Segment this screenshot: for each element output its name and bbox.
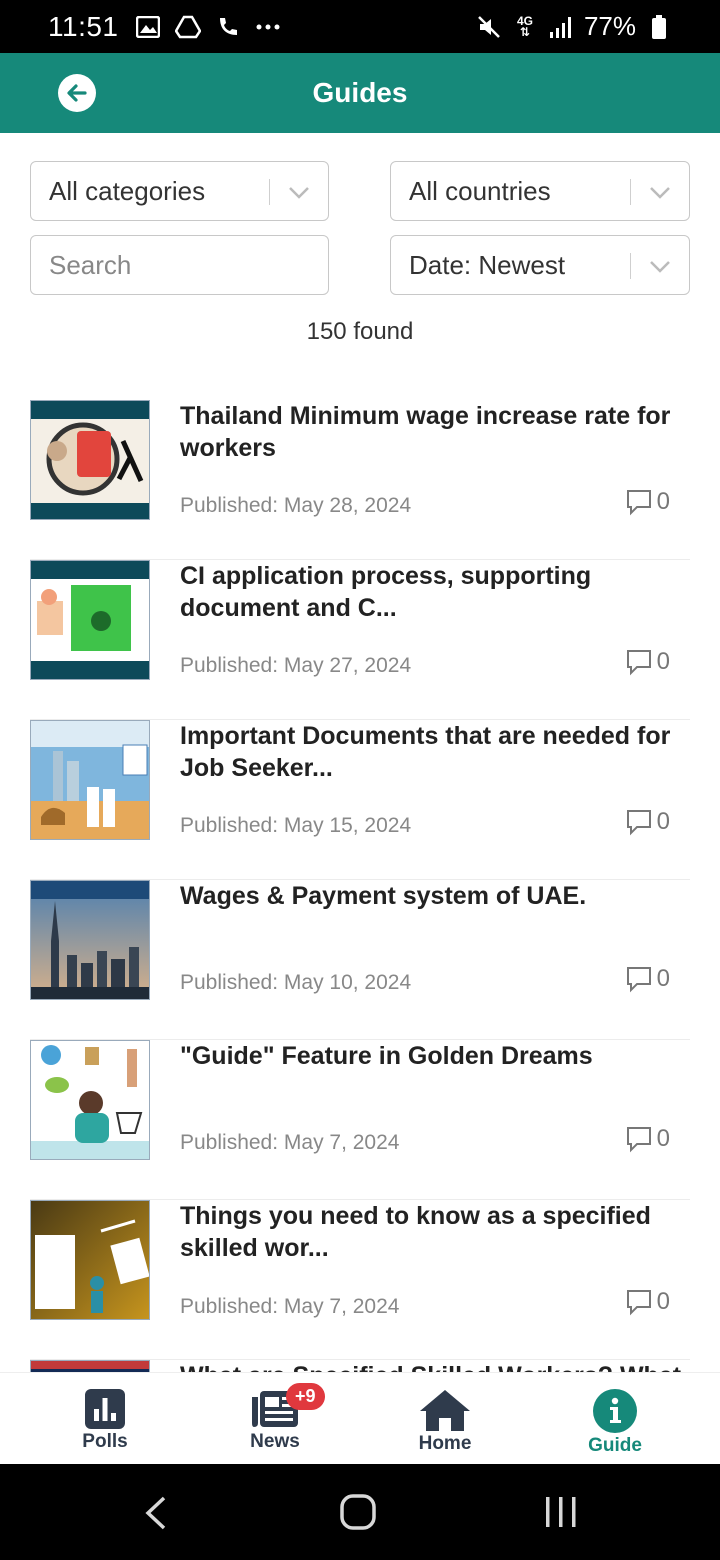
system-back-icon[interactable] — [144, 1496, 168, 1530]
category-select[interactable]: All categories — [30, 161, 329, 221]
list-item[interactable]: "Guide" Feature in Golden Dreams Publish… — [30, 1040, 690, 1200]
select-separator — [629, 179, 631, 205]
guide-title: Wages & Payment system of UAE. — [180, 882, 587, 910]
list-item[interactable]: Thailand Minimum wage increase rate for … — [30, 400, 690, 560]
search-input[interactable]: Search — [30, 235, 329, 295]
mute-icon — [476, 15, 502, 39]
back-button[interactable] — [58, 74, 96, 112]
select-separator — [268, 179, 270, 205]
system-home-icon[interactable] — [340, 1494, 376, 1530]
page-title: Guides — [312, 77, 408, 108]
guide-thumbnail — [30, 880, 150, 1000]
guide-thumbnail — [30, 1200, 150, 1320]
battery-icon — [646, 14, 672, 39]
app-bar: Guides — [0, 53, 720, 133]
nav-home[interactable]: Home — [360, 1373, 530, 1464]
guide-title: Thailand Minimum wage increase rate for … — [180, 402, 671, 462]
guide-title: "Guide" Feature in Golden Dreams — [180, 1042, 593, 1070]
published-date: Published: May 27, 2024 — [180, 654, 412, 677]
published-date: Published: May 7, 2024 — [180, 1295, 400, 1318]
search-placeholder: Search — [49, 249, 132, 280]
nav-guide[interactable]: Guide — [530, 1373, 700, 1464]
guide-thumbnail — [30, 1040, 150, 1160]
guide-title: CI application process, supporting docum… — [180, 562, 592, 622]
published-date: Published: May 15, 2024 — [180, 814, 412, 837]
system-recents-icon[interactable] — [544, 1496, 578, 1528]
arrow-left-icon — [67, 84, 87, 102]
guides-list: Thailand Minimum wage increase rate for … — [30, 400, 690, 1372]
guide-title: Important Documents that are needed for … — [180, 722, 671, 782]
guide-title: Things you need to know as a specified s… — [180, 1202, 651, 1262]
published-date: Published: May 10, 2024 — [180, 971, 412, 994]
home-icon — [420, 1390, 470, 1431]
drive-icon — [174, 15, 201, 39]
status-bar: 11:51 4G ⇅ 77% — [0, 0, 720, 53]
comment-icon — [626, 490, 651, 516]
guide-thumbnail — [30, 720, 150, 840]
more-icon — [255, 15, 281, 39]
comment-icon — [626, 650, 651, 676]
nav-guide-label: Guide — [588, 1435, 642, 1456]
comment-icon — [626, 1127, 651, 1153]
battery-level: 77% — [583, 11, 636, 41]
news-badge: +9 — [286, 1383, 325, 1410]
chevron-down-icon — [650, 187, 670, 199]
wifi-call-icon — [215, 15, 241, 39]
published-date: Published: May 7, 2024 — [180, 1131, 400, 1154]
bottom-nav: Polls +9 News Home Guide — [0, 1372, 720, 1464]
guide-title: What are Specified Skilled Workers? What — [180, 1360, 685, 1372]
gallery-icon — [135, 15, 161, 39]
list-item[interactable]: Important Documents that are needed for … — [30, 720, 690, 880]
guide-thumbnail — [30, 1360, 150, 1372]
comment-icon — [626, 810, 651, 836]
category-select-value: All categories — [49, 175, 206, 206]
comment-count: 0 — [625, 648, 670, 676]
country-select[interactable]: All countries — [390, 161, 690, 221]
list-item[interactable]: What are Specified Skilled Workers? What — [30, 1360, 690, 1372]
results-count: 150 found — [306, 318, 414, 345]
sort-select[interactable]: Date: Newest — [390, 235, 690, 295]
list-item[interactable]: Wages & Payment system of UAE. Published… — [30, 880, 690, 1040]
nav-polls[interactable]: Polls — [20, 1373, 190, 1464]
country-select-value: All countries — [409, 175, 551, 206]
chevron-down-icon — [289, 187, 309, 199]
signal-icon — [548, 15, 574, 39]
list-item[interactable]: CI application process, supporting docum… — [30, 560, 690, 720]
published-date: Published: May 28, 2024 — [180, 494, 412, 517]
comment-icon — [626, 1290, 651, 1316]
sort-select-value: Date: Newest — [409, 249, 566, 280]
network-4g-icon: 4G ⇅ — [516, 13, 533, 39]
nav-news-label: News — [250, 1431, 300, 1452]
poll-chart-icon — [85, 1389, 125, 1429]
select-separator — [629, 253, 631, 279]
comment-count: 0 — [625, 488, 670, 516]
chevron-down-icon — [650, 261, 670, 273]
nav-news[interactable]: +9 News — [190, 1373, 360, 1464]
clock: 11:51 — [48, 10, 119, 42]
nav-polls-label: Polls — [82, 1431, 128, 1452]
comment-count: 0 — [625, 1288, 670, 1316]
guide-thumbnail — [30, 560, 150, 680]
guide-thumbnail — [30, 400, 150, 520]
comment-count: 0 — [625, 808, 670, 836]
comment-icon — [626, 967, 651, 993]
comment-count: 0 — [625, 1125, 670, 1153]
list-item[interactable]: Things you need to know as a specified s… — [30, 1200, 690, 1360]
comment-count: 0 — [625, 965, 670, 993]
info-icon — [593, 1389, 637, 1433]
nav-home-label: Home — [418, 1433, 472, 1454]
system-nav-bar — [0, 1464, 720, 1560]
